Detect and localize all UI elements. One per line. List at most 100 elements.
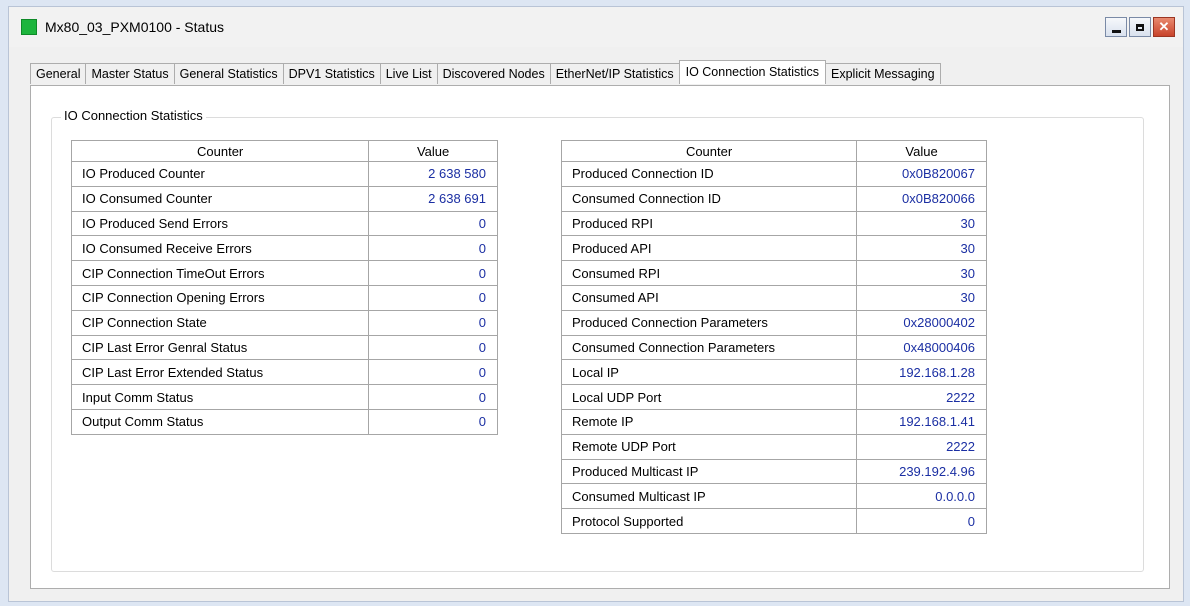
counter-name-cell: Produced Connection ID [560,161,858,187]
table-row[interactable]: Produced API 30 [560,235,987,262]
tab-live-list[interactable]: Live List [379,63,437,84]
tab-master-status[interactable]: Master Status [85,63,174,84]
counter-name-cell: Protocol Supported [560,508,858,534]
table-row[interactable]: IO Consumed Receive Errors 0 [70,235,498,262]
counter-name-cell: Input Comm Status [70,384,370,410]
table-row[interactable]: Consumed API 30 [560,284,987,311]
table-row[interactable]: Protocol Supported 0 [560,508,987,534]
tab-dpv1-statistics[interactable]: DPV1 Statistics [282,63,380,84]
counter-name-cell: Remote UDP Port [560,433,858,460]
counter-value-cell: 0.0.0.0 [856,483,987,510]
minimize-button[interactable] [1105,17,1127,37]
counter-value-cell: 0x0B820067 [856,161,987,187]
counter-name-cell: Output Comm Status [70,408,370,435]
tab-panel-io-connection-statistics: IO Connection Statistics Counter Value I… [30,85,1170,589]
table-row[interactable]: CIP Connection Opening Errors 0 [70,284,498,311]
counter-name-cell: Local IP [560,359,858,386]
column-header-counter[interactable]: Counter [560,140,858,162]
table-row[interactable]: CIP Last Error Genral Status 0 [70,334,498,361]
table-row[interactable]: Input Comm Status 0 [70,384,498,410]
tab-general-statistics[interactable]: General Statistics [173,63,283,84]
table-row[interactable]: Consumed Connection Parameters 0x48000406 [560,334,987,361]
column-header-counter[interactable]: Counter [70,140,370,162]
counter-value-cell: 0x48000406 [856,334,987,361]
counter-name-cell: Consumed RPI [560,260,858,286]
counter-value-cell: 0 [368,235,498,262]
table-row[interactable]: CIP Connection State 0 [70,309,498,336]
table-row[interactable]: Produced Connection ID 0x0B820067 [560,161,987,187]
table-row[interactable]: Consumed Connection ID 0x0B820066 [560,185,987,212]
tab-ethernet-ip-statistics[interactable]: EtherNet/IP Statistics [549,63,679,84]
column-header-value[interactable]: Value [368,140,498,162]
tab-general[interactable]: General [30,63,86,84]
counter-value-cell: 30 [856,235,987,262]
title-bar[interactable]: Mx80_03_PXM0100 - Status ✕ [9,7,1183,47]
counter-value-cell: 2222 [856,433,987,460]
counter-name-cell: CIP Last Error Extended Status [70,359,370,386]
table-row[interactable]: Consumed RPI 30 [560,260,987,286]
table-row[interactable]: Produced RPI 30 [560,210,987,237]
tab-io-connection-statistics[interactable]: IO Connection Statistics [678,60,826,84]
group-title: IO Connection Statistics [61,108,206,123]
counter-name-cell: CIP Connection TimeOut Errors [70,260,370,286]
counter-value-cell: 2 638 580 [368,161,498,187]
table-row[interactable]: Local UDP Port 2222 [560,384,987,410]
table-row[interactable]: IO Consumed Counter 2 638 691 [70,185,498,212]
counter-name-cell: CIP Last Error Genral Status [70,334,370,361]
counter-name-cell: IO Produced Counter [70,161,370,187]
column-header-value[interactable]: Value [856,140,987,162]
tab-explicit-messaging[interactable]: Explicit Messaging [826,63,941,84]
table-row[interactable]: Remote IP 192.168.1.41 [560,408,987,435]
counter-name-cell: Produced API [560,235,858,262]
table-row[interactable]: Produced Multicast IP 239.192.4.96 [560,458,987,485]
window-title: Mx80_03_PXM0100 - Status [45,19,224,35]
maximize-icon [1136,23,1144,31]
counter-value-cell: 0 [368,210,498,237]
counter-value-cell: 0 [368,408,498,435]
minimize-icon [1111,29,1121,33]
counter-name-cell: IO Consumed Counter [70,185,370,212]
tab-discovered-nodes[interactable]: Discovered Nodes [436,63,550,84]
counter-value-cell: 0 [368,284,498,311]
counter-value-cell: 30 [856,284,987,311]
close-icon: ✕ [1158,19,1170,34]
counter-value-cell: 0 [368,260,498,286]
table-row[interactable]: Local IP 192.168.1.28 [560,359,987,386]
counter-name-cell: Local UDP Port [560,384,858,410]
counter-value-cell: 0x28000402 [856,309,987,336]
table-row[interactable]: Remote UDP Port 2222 [560,433,987,460]
counter-value-cell: 0 [856,508,987,534]
table-row[interactable]: CIP Connection TimeOut Errors 0 [70,260,498,286]
table-row[interactable]: IO Produced Counter 2 638 580 [70,161,498,187]
table-row[interactable]: Consumed Multicast IP 0.0.0.0 [560,483,987,510]
counter-name-cell: IO Consumed Receive Errors [70,235,370,262]
counter-value-cell: 0 [368,309,498,336]
counter-value-cell: 30 [856,210,987,237]
counter-name-cell: Produced Multicast IP [560,458,858,485]
window-controls: ✕ [1105,17,1175,37]
counter-name-cell: Consumed API [560,284,858,311]
counter-name-cell: Consumed Multicast IP [560,483,858,510]
counter-value-cell: 192.168.1.28 [856,359,987,386]
counter-value-cell: 30 [856,260,987,286]
counter-name-cell: Produced Connection Parameters [560,309,858,336]
counter-name-cell: Consumed Connection Parameters [560,334,858,361]
counter-value-cell: 0 [368,359,498,386]
counter-name-cell: CIP Connection State [70,309,370,336]
table-row[interactable]: Produced Connection Parameters 0x28000402 [560,309,987,336]
table-row[interactable]: IO Produced Send Errors 0 [70,210,498,237]
counter-value-cell: 239.192.4.96 [856,458,987,485]
counter-value-cell: 2222 [856,384,987,410]
tab-strip: General Master Status General Statistics DP… [30,60,941,84]
table-row[interactable]: Output Comm Status 0 [70,408,498,435]
counter-name-cell: Consumed Connection ID [560,185,858,212]
table-row[interactable]: CIP Last Error Extended Status 0 [70,359,498,386]
green-square-icon [21,19,37,35]
close-button[interactable]: ✕ [1153,17,1175,37]
right-statistics-table: Counter Value Produced Connection ID 0x0B… [560,140,987,534]
left-statistics-table: Counter Value IO Produced Counter 2 638 5… [70,140,498,435]
table-header-row: Counter Value [560,140,987,162]
counter-name-cell: CIP Connection Opening Errors [70,284,370,311]
counter-value-cell: 0 [368,334,498,361]
maximize-button[interactable] [1129,17,1151,37]
